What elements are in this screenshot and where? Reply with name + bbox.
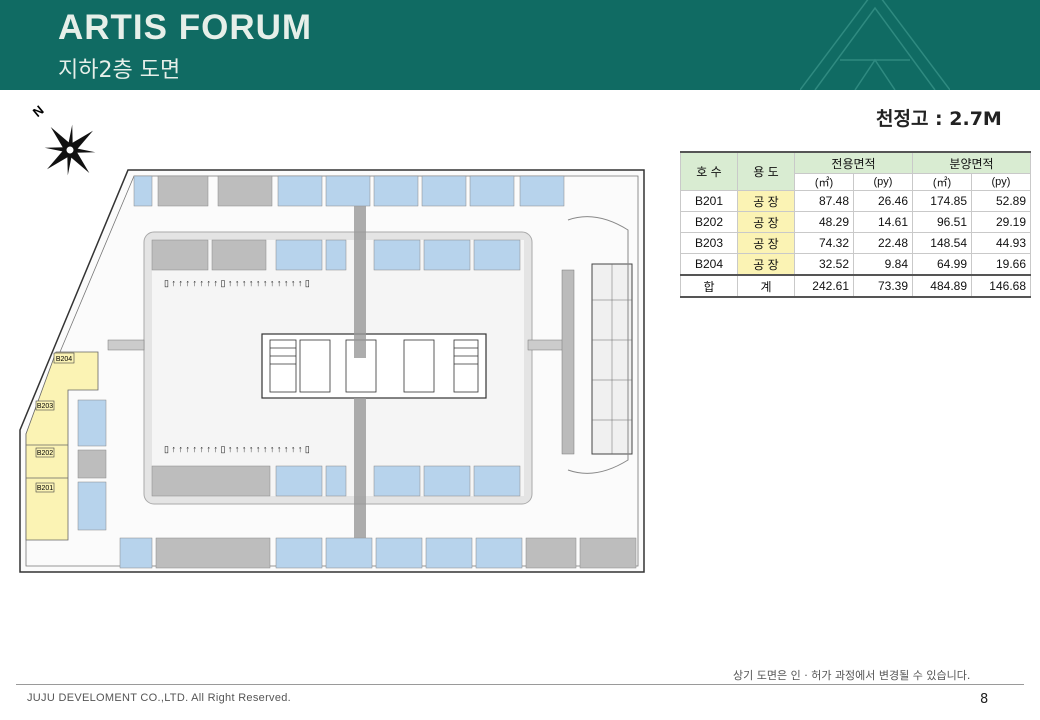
cell-sale-m2: 174.85 [912,190,972,212]
total-ex-m2: 242.61 [794,274,854,298]
cell-use: 공 장 [737,190,795,212]
cell-use: 공 장 [737,253,795,276]
ceiling-height: 천정고 : 2.7M [876,108,1002,130]
cell-ex-py: 22.48 [853,232,913,254]
unit-label-b203: B203 [37,403,53,410]
cell-unit: B202 [680,211,738,233]
cell-sale-py: 44.93 [971,232,1031,254]
footer-divider [16,684,1024,685]
floor-plan: N B204 B203 B202 B201 ▯ ↑ ↑ ↑ ↑ ↑ ↑ ↑ ▯ … [19,102,645,573]
compass-icon [44,124,96,176]
cell-unit: B203 [680,232,738,254]
cell-use: 공 장 [737,232,795,254]
cell-ex-py: 26.46 [853,190,913,212]
logo-mark-icon [800,0,950,90]
cell-ex-m2: 32.52 [794,253,854,276]
cell-sale-py: 19.66 [971,253,1031,276]
cell-use: 공 장 [737,211,795,233]
table-row: B202 공 장 48.29 14.61 96.51 29.19 [680,211,1031,233]
table-row: B204 공 장 32.52 9.84 64.99 19.66 [680,253,1031,276]
cell-sale-m2: 64.99 [912,253,972,276]
table-total-row: 합 계 242.61 73.39 484.89 146.68 [680,274,1031,298]
total-sale-m2: 484.89 [912,274,972,298]
col-header-use: 용 도 [737,151,795,191]
total-label-a: 합 [680,274,738,298]
copyright-text: JUJU DEVELOMENT CO.,LTD. All Right Reser… [27,692,292,704]
cell-ex-m2: 74.32 [794,232,854,254]
unit-m2: (㎡) [912,173,972,191]
cell-ex-py: 9.84 [853,253,913,276]
total-ex-py: 73.39 [853,274,913,298]
header-band: ARTIS FORUM 지하2층 도면 [0,0,1040,90]
unit-label-b202: B202 [37,450,53,457]
unit-label-b201: B201 [37,485,53,492]
cell-sale-py: 29.19 [971,211,1031,233]
total-sale-py: 146.68 [971,274,1031,298]
cell-sale-m2: 96.51 [912,211,972,233]
cell-unit: B201 [680,190,738,212]
unit-label-b204: B204 [56,356,72,363]
brand-title: ARTIS FORUM [58,8,313,47]
disclaimer-note: 상기 도면은 인 · 허가 과정에서 변경될 수 있습니다. [733,669,971,682]
cell-sale-m2: 148.54 [912,232,972,254]
table-row: B201 공 장 87.48 26.46 174.85 52.89 [680,190,1031,212]
cell-sale-py: 52.89 [971,190,1031,212]
cell-ex-m2: 87.48 [794,190,854,212]
col-header-sale-area: 분양면적 [912,151,1031,174]
north-label: N [30,102,47,120]
svg-text:▯ ↑ ↑ ↑ ↑ ↑ ↑ ↑ ▯ ↑ ↑ ↑ ↑ ↑ ↑: ▯ ↑ ↑ ↑ ↑ ↑ ↑ ↑ ▯ ↑ ↑ ↑ ↑ ↑ ↑ ↑ ↑ ↑ ↑ ↑ … [164,278,310,288]
cell-ex-m2: 48.29 [794,211,854,233]
page-number: 8 [980,692,989,707]
svg-text:▯ ↑ ↑ ↑ ↑ ↑ ↑ ↑ ▯ ↑ ↑ ↑ ↑ ↑ ↑: ▯ ↑ ↑ ↑ ↑ ↑ ↑ ↑ ▯ ↑ ↑ ↑ ↑ ↑ ↑ ↑ ↑ ↑ ↑ ↑ … [164,444,310,454]
area-table: 호 수 용 도 전용면적 분양면적 (㎡) (py) (㎡) (py) B201… [680,151,1031,298]
unit-py: (py) [853,173,913,191]
col-header-unit: 호 수 [680,151,738,191]
cell-ex-py: 14.61 [853,211,913,233]
page-subtitle: 지하2층 도면 [58,58,181,83]
cell-unit: B204 [680,253,738,276]
unit-py: (py) [971,173,1031,191]
col-header-exclusive-area: 전용면적 [794,151,913,174]
table-row: B203 공 장 74.32 22.48 148.54 44.93 [680,232,1031,254]
total-label-b: 계 [737,274,795,298]
unit-m2: (㎡) [794,173,854,191]
